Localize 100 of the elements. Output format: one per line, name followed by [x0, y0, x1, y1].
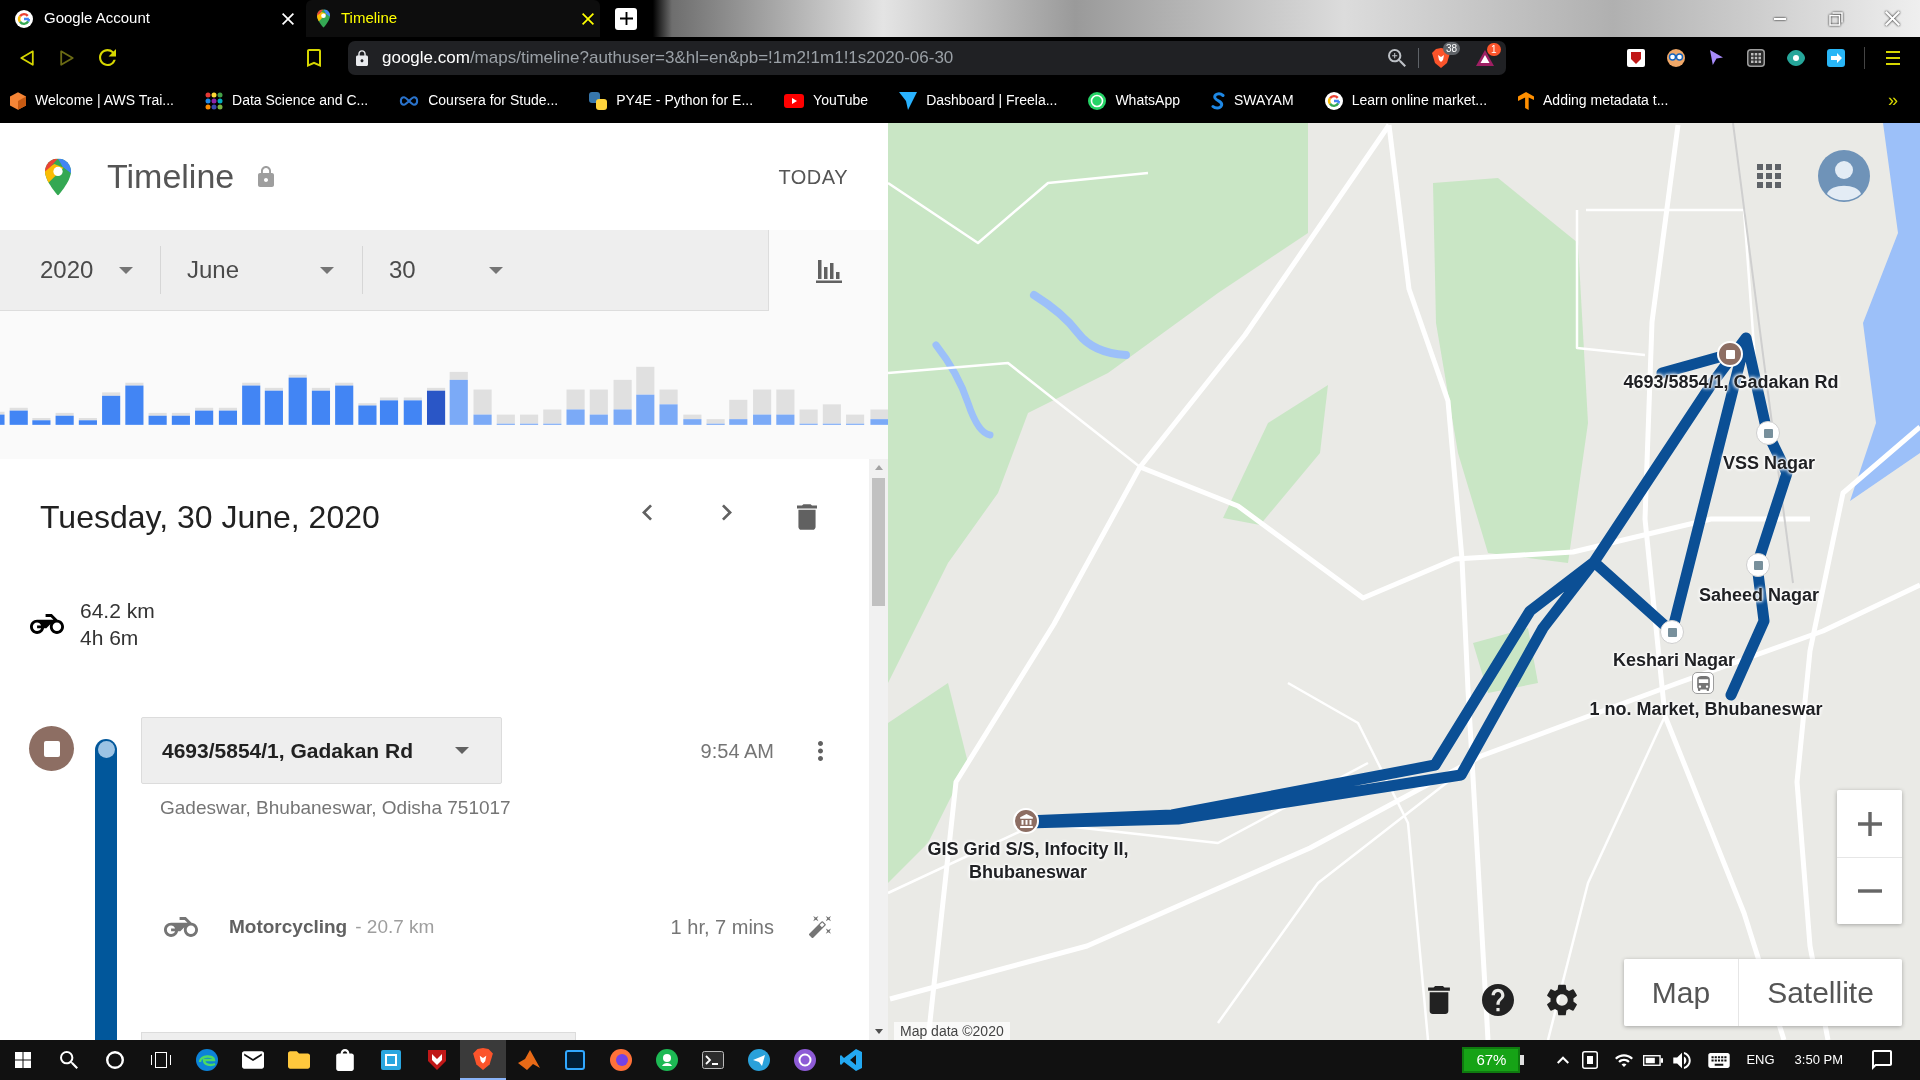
play-icon [784, 93, 805, 108]
day-bar[interactable] [288, 374, 307, 425]
trash-icon[interactable] [1428, 985, 1450, 1014]
chevron-up-icon[interactable] [1557, 1056, 1570, 1064]
square-icon[interactable] [1582, 1051, 1599, 1069]
address-bar[interactable]: google.com/maps/timeline?authuser=3&hl=en&pb=!1m2!1m1!1s2020-06-30 38 1 [348, 40, 1506, 75]
day-bar[interactable] [0, 411, 5, 425]
avatar[interactable] [1818, 150, 1870, 202]
day-bar[interactable] [311, 387, 330, 425]
day-bar[interactable] [78, 418, 97, 425]
bookmark-link[interactable]: Adding metadata t... [1510, 85, 1677, 116]
date-dropdown[interactable]: 30 [363, 230, 531, 310]
scrollbar-thumb[interactable] [872, 478, 885, 606]
ring-icon[interactable] [106, 1051, 124, 1069]
battery-indicator: 67% [1462, 1047, 1525, 1073]
bookmark-link[interactable]: PY4E - Python for E... [581, 85, 762, 116]
bookmark-link[interactable]: Dashboard | Freela... [891, 85, 1066, 116]
bar-chart-icon [815, 258, 842, 283]
day-bar[interactable] [358, 403, 377, 425]
restore-icon[interactable] [1829, 11, 1843, 26]
glasses-icon[interactable] [1667, 48, 1685, 67]
bus-marker-icon[interactable] [1692, 672, 1714, 694]
day-bar[interactable] [403, 397, 422, 425]
magic-wand-icon[interactable] [809, 916, 831, 938]
trash-icon[interactable] [797, 504, 817, 530]
menu-icon[interactable] [1886, 50, 1900, 65]
clock-time[interactable]: 3:50 PM [1794, 1050, 1843, 1070]
day-bar[interactable] [242, 382, 261, 425]
day-bar[interactable] [9, 407, 28, 425]
bookmark-link[interactable]: Welcome | AWS Trai... [2, 85, 182, 116]
input-language[interactable]: ENG [1746, 1050, 1775, 1070]
more-bookmarks-button[interactable]: » [1888, 87, 1898, 114]
day-bar[interactable] [335, 382, 354, 425]
place-dropdown[interactable]: 4693/5854/1, Gadakan Rd [141, 717, 502, 784]
visit-time: 9:54 AM [700, 738, 774, 764]
bookmark-link[interactable]: Data Science and C... [197, 85, 377, 116]
zoom-icon[interactable] [1388, 48, 1406, 67]
day-bar[interactable] [55, 412, 74, 425]
arrow-tile-icon[interactable] [1827, 48, 1845, 67]
framed-tile-icon [565, 1050, 585, 1070]
day-bar[interactable] [195, 407, 214, 425]
bookmark-link[interactable]: WhatsApp [1080, 85, 1188, 116]
wave-icon [1211, 91, 1225, 110]
day-bar[interactable] [264, 387, 283, 425]
map-type-button[interactable]: Satellite [1739, 959, 1902, 1026]
swirl-icon [196, 1049, 218, 1071]
new-tab-button[interactable] [615, 7, 637, 30]
person-circle-icon [656, 1049, 678, 1071]
close-icon[interactable] [582, 12, 594, 25]
notification-icon[interactable] [1872, 1050, 1892, 1070]
settings-icon[interactable] [1547, 983, 1577, 1016]
scrollbar[interactable] [869, 459, 888, 1040]
dots-icon [205, 91, 223, 110]
bookmark-link[interactable]: Coursera for Stude... [391, 85, 567, 116]
terminal-icon [702, 1051, 724, 1069]
chevron-right-icon[interactable] [722, 504, 732, 521]
scroll-down-icon[interactable] [874, 1029, 883, 1034]
bookmark-link[interactable]: Learn online market... [1316, 85, 1496, 116]
day-bar[interactable] [218, 407, 238, 425]
more-options-icon[interactable] [817, 740, 823, 761]
search-icon[interactable] [60, 1051, 78, 1069]
cursor-icon[interactable] [1709, 50, 1723, 65]
zoom-in-button[interactable] [1837, 790, 1902, 857]
day-bar[interactable] [32, 418, 51, 425]
zoom-out-button[interactable] [1837, 857, 1902, 924]
day-bar[interactable] [171, 412, 190, 425]
battery-icon[interactable] [1643, 1054, 1664, 1066]
shield-tile-icon[interactable] [1627, 48, 1645, 67]
apps-icon[interactable] [1757, 164, 1781, 188]
reload-icon[interactable] [98, 49, 116, 66]
back-icon[interactable] [20, 49, 34, 66]
browser-tab[interactable]: Timeline [306, 0, 600, 37]
day-bar[interactable] [125, 382, 144, 425]
close-icon[interactable] [282, 12, 294, 25]
bookmark-link[interactable]: SWAYAM [1203, 85, 1302, 116]
date-dropdown[interactable]: June [161, 230, 362, 310]
wifi-icon[interactable] [1615, 1053, 1634, 1067]
bookmark-link[interactable]: YouTube [776, 85, 877, 116]
crest-icon[interactable] [473, 1048, 493, 1070]
day-bar[interactable] [102, 392, 121, 425]
grid-icon[interactable] [1747, 48, 1765, 67]
activity-duration: 1 hr, 7 mins [670, 915, 774, 940]
task-view-icon[interactable] [151, 1052, 171, 1068]
chevron-left-icon[interactable] [642, 504, 652, 521]
minimize-icon[interactable] [1774, 17, 1786, 20]
day-bar[interactable] [379, 397, 399, 425]
eye-icon[interactable] [1787, 49, 1805, 66]
plus-icon [1857, 811, 1882, 836]
chart-toggle-button[interactable] [768, 230, 888, 311]
today-button[interactable]: TODAY [778, 161, 848, 192]
day-bar[interactable] [148, 412, 167, 425]
bookmark-icon[interactable] [307, 48, 321, 67]
help-icon[interactable] [1482, 983, 1514, 1016]
speaker-icon[interactable] [1673, 1051, 1692, 1069]
keyboard-icon[interactable] [1708, 1052, 1731, 1068]
four-panes-icon[interactable] [15, 1052, 31, 1068]
stop-icon [29, 726, 74, 771]
day-bar[interactable] [427, 387, 446, 425]
map-type-button[interactable]: Map [1624, 959, 1739, 1026]
date-dropdown[interactable]: 2020 [0, 230, 160, 310]
